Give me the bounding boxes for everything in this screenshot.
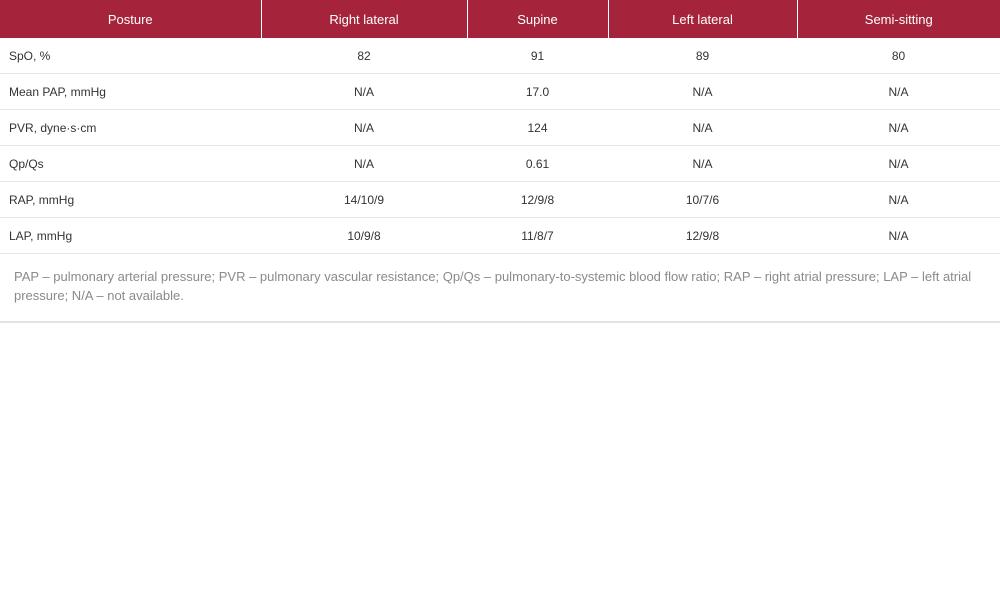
row-label-spo2: SpO, % — [0, 38, 261, 74]
table-row: LAP, mmHg 10/9/8 11/8/7 12/9/8 N/A — [0, 217, 1000, 254]
table-cell: 82 — [261, 38, 467, 74]
table-header: Posture Right lateral Supine Left latera… — [0, 0, 1000, 38]
table-cell: N/A — [608, 73, 797, 110]
table-row: PVR, dyne·s·cm N/A 124 N/A N/A — [0, 109, 1000, 146]
table-cell: N/A — [261, 145, 467, 182]
table-cell: N/A — [261, 109, 467, 146]
table-cell: 80 — [797, 38, 1000, 74]
column-header-left-lateral: Left lateral — [608, 0, 798, 38]
table-cell: N/A — [608, 109, 797, 146]
table-cell: 17.0 — [467, 73, 608, 110]
table-row: RAP, mmHg 14/10/9 12/9/8 10/7/6 N/A — [0, 181, 1000, 218]
table-cell: 10/7/6 — [608, 181, 797, 218]
table-row: SpO, % 82 91 89 80 — [0, 38, 1000, 74]
column-header-supine: Supine — [467, 0, 609, 38]
table-cell: 14/10/9 — [261, 181, 467, 218]
table-cell: 89 — [608, 38, 797, 74]
column-header-posture: Posture — [0, 0, 262, 38]
table-cell: N/A — [797, 73, 1000, 110]
table-cell: N/A — [797, 217, 1000, 254]
table-body: SpO, % 82 91 89 80 Mean PAP, mmHg N/A 17… — [0, 38, 1000, 254]
table-cell: N/A — [797, 181, 1000, 218]
row-label-qp-qs: Qp/Qs — [0, 145, 261, 182]
table-row: Qp/Qs N/A 0.61 N/A N/A — [0, 145, 1000, 182]
table-cell: N/A — [608, 145, 797, 182]
table-cell: 124 — [467, 109, 608, 146]
table-cell: N/A — [797, 145, 1000, 182]
header-row: Posture Right lateral Supine Left latera… — [0, 0, 1000, 38]
table-row: Mean PAP, mmHg N/A 17.0 N/A N/A — [0, 73, 1000, 110]
table-cell: 12/9/8 — [608, 217, 797, 254]
table-cell: 91 — [467, 38, 608, 74]
table-cell: 12/9/8 — [467, 181, 608, 218]
table-container: Posture Right lateral Supine Left latera… — [0, 0, 1000, 323]
column-header-semi-sitting: Semi-sitting — [797, 0, 1000, 38]
table-cell: 10/9/8 — [261, 217, 467, 254]
table-cell: N/A — [261, 73, 467, 110]
table-cell: N/A — [797, 109, 1000, 146]
hemodynamics-table: Posture Right lateral Supine Left latera… — [0, 0, 1000, 254]
table-cell: 11/8/7 — [467, 217, 608, 254]
table-cell: 0.61 — [467, 145, 608, 182]
row-label-mean-pap: Mean PAP, mmHg — [0, 73, 261, 110]
column-header-right-lateral: Right lateral — [261, 0, 468, 38]
table-footnote: PAP – pulmonary arterial pressure; PVR –… — [14, 269, 972, 303]
row-label-rap: RAP, mmHg — [0, 181, 261, 218]
row-label-pvr: PVR, dyne·s·cm — [0, 109, 261, 146]
row-label-lap: LAP, mmHg — [0, 217, 261, 254]
